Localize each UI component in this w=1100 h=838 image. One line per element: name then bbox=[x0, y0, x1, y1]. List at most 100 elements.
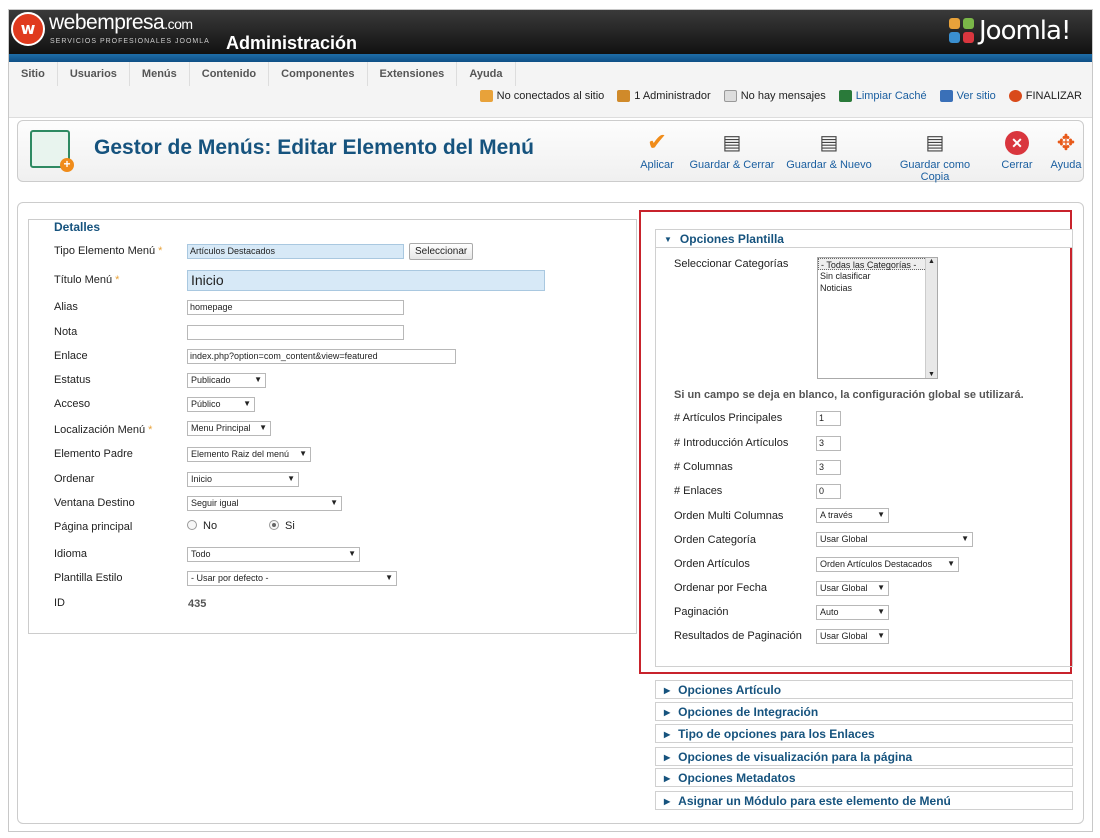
leading-label: # Artículos Principales bbox=[674, 412, 783, 424]
chevron-down-icon: ▼ bbox=[243, 399, 251, 408]
menu-item-usuarios[interactable]: Usuarios bbox=[58, 62, 130, 86]
pagination-label: Paginación bbox=[674, 606, 729, 618]
pag-results-select[interactable]: Usar Global ▼ bbox=[816, 629, 889, 644]
parent-label: Elemento Padre bbox=[54, 448, 133, 460]
status-messages-text: No hay mensajes bbox=[740, 90, 826, 102]
links-input[interactable]: 0 bbox=[816, 484, 841, 499]
save-copy-icon: ▤ bbox=[925, 132, 945, 154]
category-option[interactable]: Sin clasificar bbox=[818, 270, 937, 282]
link-input[interactable]: index.php?option=com_content&view=featur… bbox=[187, 349, 456, 364]
home-yes-radio[interactable]: Si bbox=[269, 520, 295, 532]
joomla-logo: Joomla! bbox=[949, 16, 1071, 46]
alias-input[interactable]: homepage bbox=[187, 300, 404, 315]
select-button[interactable]: Seleccionar bbox=[409, 243, 474, 260]
panel-article-options[interactable]: ▶ Opciones Artículo bbox=[655, 680, 1073, 699]
link-label: Enlace bbox=[54, 350, 88, 362]
panel-integration-options[interactable]: ▶ Opciones de Integración bbox=[655, 702, 1073, 721]
required-star: * bbox=[148, 424, 153, 436]
panel-metadata-options[interactable]: ▶ Opciones Metadatos bbox=[655, 768, 1073, 787]
category-option[interactable]: - Todas las Categorías - bbox=[818, 258, 937, 270]
monitor-icon bbox=[939, 90, 953, 102]
panel-module-assignment[interactable]: ▶ Asignar un Módulo para este elemento de… bbox=[655, 791, 1073, 810]
leading-input[interactable]: 1 bbox=[816, 411, 841, 426]
categories-scrollbar[interactable] bbox=[925, 258, 937, 378]
menu-manager-icon bbox=[30, 130, 74, 172]
pag-results-label: Resultados de Paginación bbox=[674, 630, 802, 642]
parent-select[interactable]: Elemento Raiz del menú ▼ bbox=[187, 447, 311, 462]
location-label: Localización Menú * bbox=[54, 424, 152, 436]
order-select[interactable]: Inicio ▼ bbox=[187, 472, 299, 487]
panel-template-options[interactable]: ▼ Opciones Plantilla bbox=[655, 229, 1073, 248]
status-admins-text: 1 Administrador bbox=[634, 90, 711, 102]
save-close-button[interactable]: ▤ Guardar & Cerrar bbox=[688, 131, 776, 171]
chevron-down-icon: ▼ bbox=[348, 549, 356, 558]
chevron-down-icon: ▼ bbox=[961, 534, 969, 543]
menu-item-componentes[interactable]: Componentes bbox=[269, 62, 368, 86]
categories-listbox[interactable]: - Todas las Categorías - Sin clasificar … bbox=[817, 257, 938, 379]
apply-button[interactable]: ✔ Aplicar bbox=[632, 131, 682, 172]
save-copy-button[interactable]: ▤ Guardar como Copia bbox=[884, 131, 986, 183]
access-select[interactable]: Público ▼ bbox=[187, 397, 255, 412]
columns-label: # Columnas bbox=[674, 461, 733, 473]
template-select-value: - Usar por defecto - bbox=[191, 573, 269, 583]
close-button[interactable]: ✕ Cerrar bbox=[998, 131, 1036, 171]
multi-col-select[interactable]: A través ▼ bbox=[816, 508, 889, 523]
date-order-select[interactable]: Usar Global ▼ bbox=[816, 581, 889, 596]
language-select[interactable]: Todo ▼ bbox=[187, 547, 360, 562]
users-icon bbox=[479, 90, 493, 102]
help-button[interactable]: ✥ Ayuda bbox=[1048, 130, 1084, 172]
logout-link[interactable]: FINALIZAR bbox=[1008, 90, 1082, 102]
location-select[interactable]: Menu Principal ▼ bbox=[187, 421, 271, 436]
menu-item-ayuda[interactable]: Ayuda bbox=[457, 62, 516, 86]
home-no-radio[interactable]: No bbox=[187, 520, 217, 532]
menu-item-contenido[interactable]: Contenido bbox=[190, 62, 270, 86]
art-order-select-value: Orden Artículos Destacados bbox=[820, 559, 933, 569]
menu-item-extensiones[interactable]: Extensiones bbox=[368, 62, 458, 86]
global-config-hint: Si un campo se deja en blanco, la config… bbox=[674, 389, 1024, 401]
categories-label: Seleccionar Categorías bbox=[674, 258, 789, 270]
columns-input[interactable]: 3 bbox=[816, 460, 841, 475]
close-label: Cerrar bbox=[1001, 159, 1033, 171]
save-new-label: Guardar & Nuevo bbox=[786, 159, 872, 171]
title-input[interactable]: Inicio bbox=[187, 270, 545, 291]
category-option[interactable]: Noticias bbox=[818, 282, 937, 294]
art-order-select[interactable]: Orden Artículos Destacados ▼ bbox=[816, 557, 959, 572]
panel-page-display-options[interactable]: ▶ Opciones de visualización para la págin… bbox=[655, 747, 1073, 766]
triangle-down-icon: ▼ bbox=[664, 235, 672, 244]
order-label: Ordenar bbox=[54, 473, 95, 485]
links-label: # Enlaces bbox=[674, 485, 723, 497]
window-select[interactable]: Seguir igual ▼ bbox=[187, 496, 342, 511]
cat-order-select[interactable]: Usar Global ▼ bbox=[816, 532, 973, 547]
view-site-link[interactable]: Ver sitio bbox=[939, 90, 996, 102]
intro-input[interactable]: 3 bbox=[816, 436, 841, 451]
triangle-right-icon: ▶ bbox=[664, 686, 671, 695]
joomla-logo-text: Joomla! bbox=[979, 16, 1071, 46]
art-order-label: Orden Artículos bbox=[674, 558, 750, 570]
panel-link-type-options[interactable]: ▶ Tipo de opciones para los Enlaces bbox=[655, 724, 1073, 743]
triangle-right-icon: ▶ bbox=[664, 753, 671, 762]
clear-cache-link[interactable]: Limpiar Caché bbox=[838, 90, 927, 102]
save-new-button[interactable]: ▤ Guardar & Nuevo bbox=[784, 131, 874, 171]
template-select[interactable]: - Usar por defecto - ▼ bbox=[187, 571, 397, 586]
note-label: Nota bbox=[54, 326, 78, 338]
parent-select-value: Elemento Raiz del menú bbox=[191, 449, 290, 459]
logout-text: FINALIZAR bbox=[1025, 90, 1082, 102]
chevron-down-icon: ▼ bbox=[877, 631, 885, 640]
apply-label: Aplicar bbox=[640, 159, 674, 171]
home-yes-label: Si bbox=[285, 520, 295, 532]
lifebuoy-icon: ✥ bbox=[1056, 130, 1076, 155]
date-order-select-value: Usar Global bbox=[820, 583, 868, 593]
admin-title: Administración bbox=[226, 33, 358, 53]
location-label-text: Localización Menú bbox=[54, 424, 146, 436]
brand-name: webempresa.com bbox=[49, 11, 193, 35]
pagination-select-value: Auto bbox=[820, 607, 839, 617]
status-select[interactable]: Publicado ▼ bbox=[187, 373, 266, 388]
menu-item-sitio[interactable]: Sitio bbox=[9, 62, 58, 86]
menu-bar: Sitio Usuarios Menús Contenido Component… bbox=[9, 62, 1092, 118]
note-input[interactable] bbox=[187, 325, 404, 340]
pagination-select[interactable]: Auto ▼ bbox=[816, 605, 889, 620]
user-icon bbox=[617, 90, 631, 102]
menu-item-menus[interactable]: Menús bbox=[130, 62, 190, 86]
header-stripe bbox=[9, 54, 1092, 62]
title-label: Título Menú * bbox=[54, 274, 119, 286]
